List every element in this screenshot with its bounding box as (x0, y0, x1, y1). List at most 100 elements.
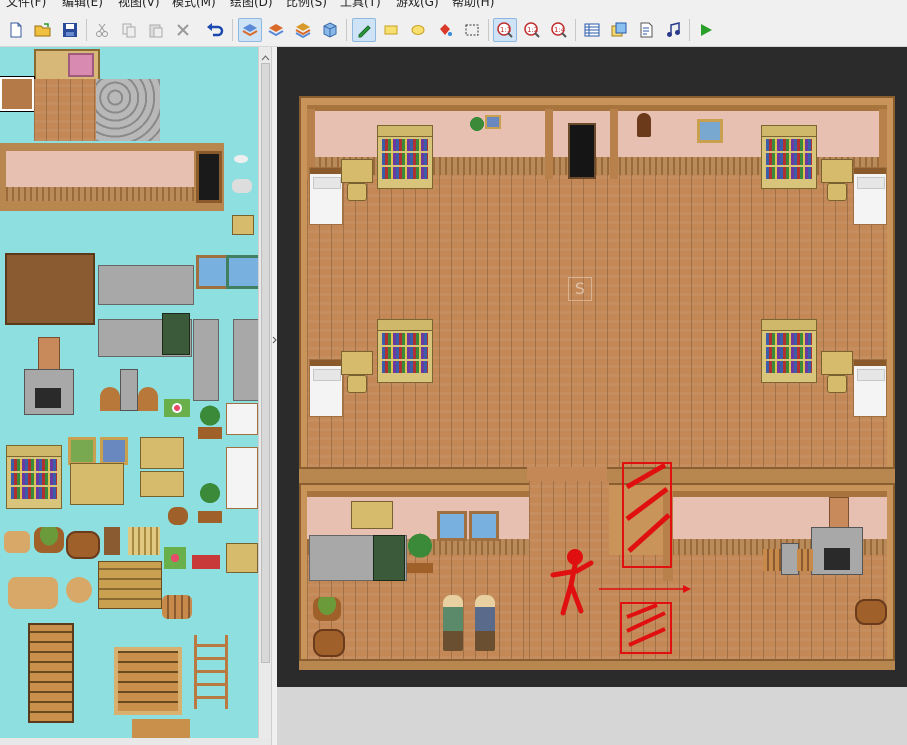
carpet-tile[interactable] (68, 53, 94, 77)
tileset-palette[interactable] (0, 47, 258, 745)
stove-tile[interactable] (162, 313, 190, 355)
event-layer-button[interactable] (318, 18, 342, 42)
menu-file[interactable]: 文件(F) (6, 0, 46, 8)
flower-pot-tile[interactable] (164, 547, 186, 569)
layer-1-button[interactable] (238, 18, 262, 42)
painting-tile-2[interactable] (100, 437, 128, 465)
select-tool-button[interactable] (460, 18, 484, 42)
stone-pillar-tile[interactable] (193, 319, 219, 401)
palette-scrollbar[interactable] (258, 47, 272, 745)
database-button[interactable] (580, 18, 604, 42)
new-project-button[interactable] (4, 18, 28, 42)
map-canvas[interactable]: S (277, 47, 907, 687)
bucket-tile[interactable] (168, 507, 188, 525)
large-table-tile[interactable] (5, 253, 95, 325)
paste-button[interactable] (144, 18, 168, 42)
delete-button[interactable] (171, 18, 195, 42)
dresser-tile[interactable] (70, 463, 124, 505)
window-tile[interactable] (196, 255, 230, 289)
toolbar: 1:1 1:2 1:4 (0, 14, 907, 47)
potted-plant-tile[interactable] (198, 403, 222, 439)
pencil-tool-button[interactable] (352, 18, 376, 42)
wood-floor-tile[interactable] (34, 79, 96, 141)
menu-game[interactable]: 游戏(G) (396, 0, 439, 8)
arched-door-tile-2[interactable] (138, 387, 158, 411)
stone-counter-tile[interactable] (98, 265, 194, 305)
bookshelf-tile[interactable] (6, 445, 62, 509)
player-start-marker[interactable]: S (568, 277, 592, 301)
music-note-icon (667, 22, 680, 37)
flowers-tile[interactable] (164, 399, 190, 417)
firewood-tile[interactable] (162, 595, 192, 619)
arched-door-tile[interactable] (100, 387, 120, 411)
trapdoor-stairs-tile[interactable] (114, 647, 182, 715)
painting-tile[interactable] (68, 437, 96, 465)
cut-button[interactable] (90, 18, 114, 42)
shelf-tile[interactable] (140, 437, 184, 469)
menu-help[interactable]: 帮助(H) (452, 0, 494, 8)
ladder-tile[interactable] (194, 635, 228, 709)
playtest-button[interactable] (694, 18, 718, 42)
stone-pillar-tile-2[interactable] (233, 319, 258, 401)
selected-floor-tile[interactable] (0, 77, 34, 111)
layer-3-button[interactable] (291, 18, 315, 42)
books-tile[interactable] (192, 555, 220, 569)
copy-icon (122, 23, 136, 38)
svg-text:1:1: 1:1 (500, 26, 511, 34)
copy-button[interactable] (117, 18, 141, 42)
new-file-icon (10, 22, 22, 38)
undo-button[interactable] (203, 18, 227, 42)
upper-doorway[interactable] (568, 123, 596, 179)
mannequin-1 (443, 595, 463, 651)
grain-sack-tile[interactable] (66, 577, 92, 603)
stone-floor-tile[interactable] (96, 79, 160, 141)
crates-tile[interactable] (98, 561, 162, 609)
wall-strip-tile[interactable] (0, 143, 224, 211)
ellipse-tool-button[interactable] (406, 18, 430, 42)
curtain-window-tile[interactable] (226, 255, 258, 289)
mannequin-2 (475, 595, 495, 651)
stairs-tile[interactable] (28, 623, 74, 723)
potted-plant-tile-2[interactable] (198, 477, 222, 523)
menu-draw[interactable]: 绘图(D) (230, 0, 273, 8)
menu-edit[interactable]: 编辑(E) (62, 0, 103, 8)
fill-tool-button[interactable] (433, 18, 457, 42)
menu-scale[interactable]: 比例(S) (286, 0, 327, 8)
sound-test-button[interactable] (661, 18, 685, 42)
vegetable-basket-tile[interactable] (34, 527, 64, 553)
bed-tile-2[interactable] (226, 447, 258, 509)
vegetable-basket (313, 597, 341, 621)
wheat-tile[interactable] (128, 527, 160, 555)
teapot-tile[interactable] (232, 179, 252, 193)
menu-mode[interactable]: 模式(M) (172, 0, 216, 8)
lower-potted-plant (407, 531, 433, 573)
scroll-up-arrow-icon[interactable] (261, 51, 270, 61)
bed-tile[interactable] (226, 403, 258, 435)
zoom-1-1-button[interactable]: 1:1 (493, 18, 517, 42)
stone-block-tile[interactable] (120, 369, 138, 411)
materials-button[interactable] (607, 18, 631, 42)
sacks-tile[interactable] (8, 577, 58, 609)
stool-tile[interactable] (232, 215, 254, 235)
palette-scroll-thumb[interactable] (261, 63, 270, 663)
barrel-tile[interactable] (66, 531, 100, 559)
zoom-1-4-button[interactable]: 1:4 (547, 18, 571, 42)
stool-top-right (827, 183, 847, 201)
clock-tile[interactable] (104, 527, 120, 555)
menu-tools[interactable]: 工具(T) (340, 0, 381, 8)
save-project-button[interactable] (58, 18, 82, 42)
zoom-1-2-button[interactable]: 1:2 (520, 18, 544, 42)
layer-2-button[interactable] (264, 18, 288, 42)
fireplace-tile[interactable] (24, 369, 74, 415)
open-project-button[interactable] (31, 18, 55, 42)
teacup-tile[interactable] (234, 155, 248, 163)
undo-arrow-icon (207, 23, 224, 37)
menu-view[interactable]: 视图(V) (118, 0, 160, 8)
script-editor-button[interactable] (634, 18, 658, 42)
bed-top-left (309, 167, 343, 225)
sack-tile[interactable] (4, 531, 30, 553)
bench-tile[interactable] (140, 471, 184, 497)
small-table-tile[interactable] (226, 543, 258, 573)
rectangle-tool-button[interactable] (379, 18, 403, 42)
lower-window-1 (437, 511, 467, 541)
